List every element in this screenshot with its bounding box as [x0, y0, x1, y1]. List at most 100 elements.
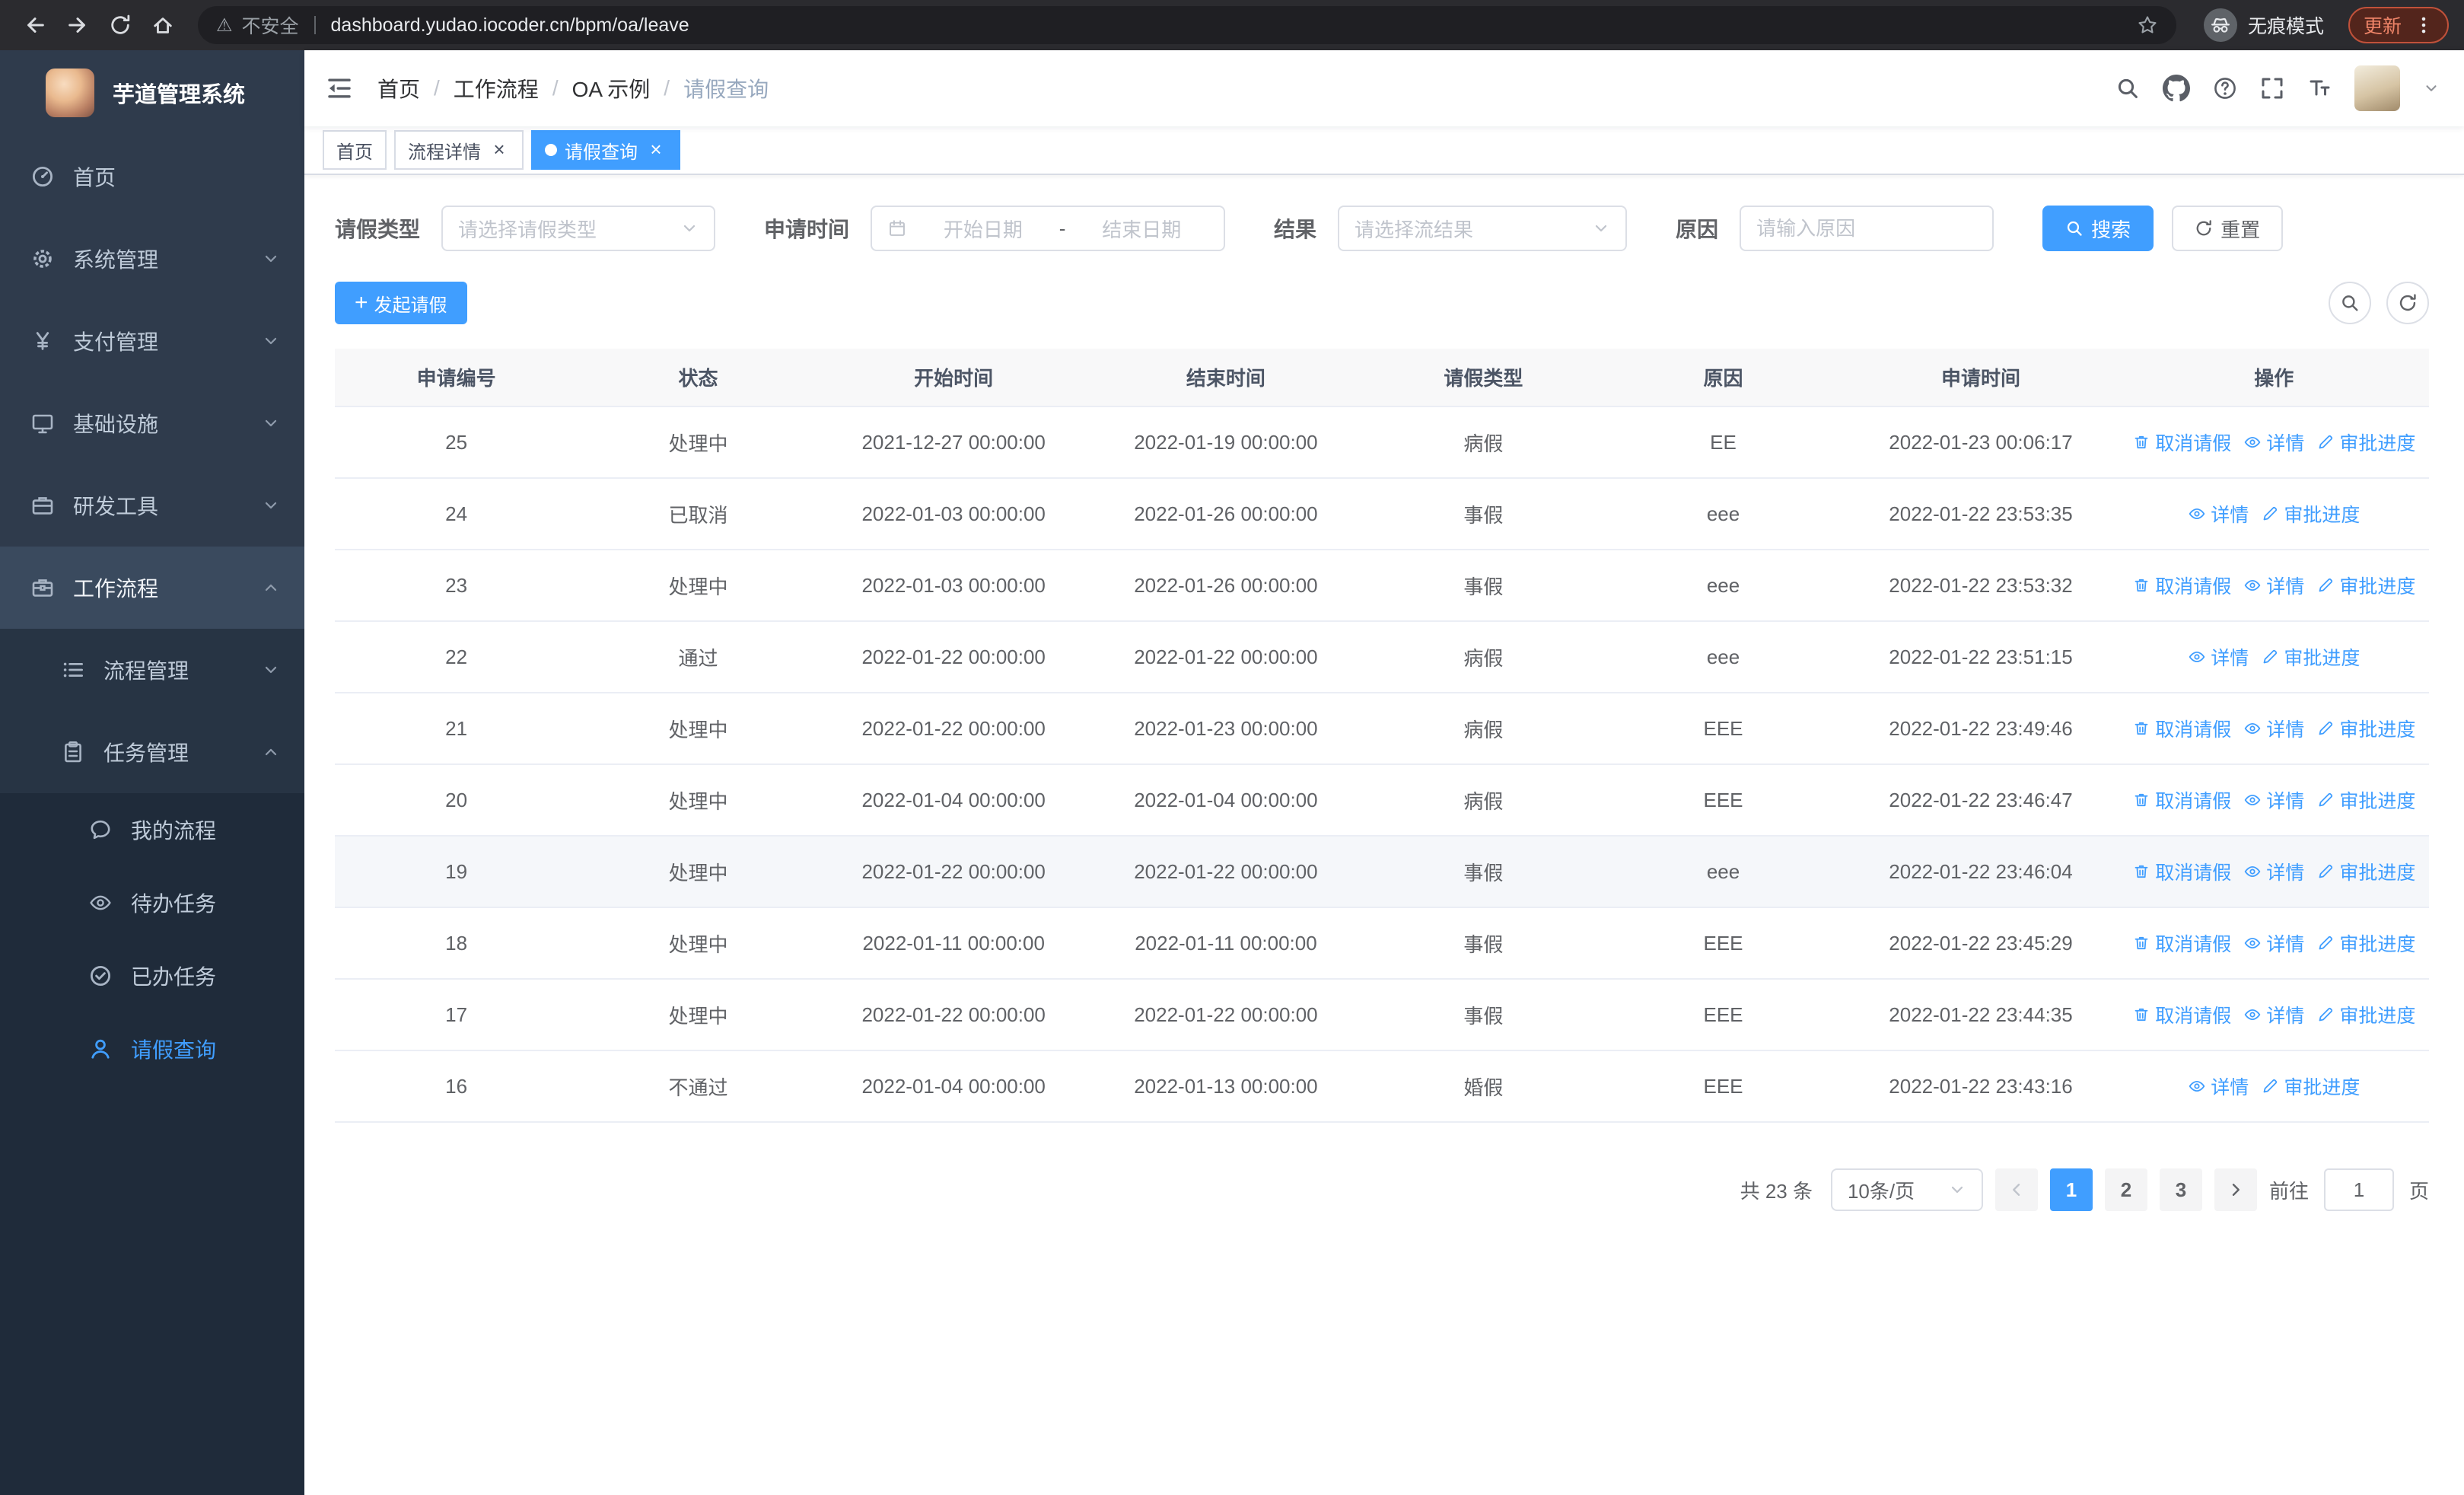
detail-link[interactable]: 详情 — [2243, 786, 2304, 814]
page-1-button[interactable]: 1 — [2049, 1168, 2093, 1211]
table-row: 25 处理中 2021-12-27 00:00:00 2022-01-19 00… — [335, 406, 2429, 479]
cancel-leave-link[interactable]: 取消请假 — [2132, 786, 2231, 814]
cancel-leave-link[interactable]: 取消请假 — [2132, 929, 2231, 957]
help-button[interactable] — [2213, 76, 2237, 100]
browser-home-button[interactable] — [143, 5, 183, 45]
cancel-leave-link[interactable]: 取消请假 — [2132, 1001, 2231, 1028]
next-page-button[interactable] — [2214, 1168, 2257, 1211]
approval-progress-link[interactable]: 审批进度 — [2316, 715, 2415, 742]
sidebar-item-leave-query[interactable]: 请假查询 — [0, 1012, 304, 1085]
column-header-status: 状态 — [578, 349, 819, 407]
cancel-leave-link[interactable]: 取消请假 — [2132, 572, 2231, 599]
tab-process-detail[interactable]: 流程详情 × — [394, 130, 524, 170]
header-actions — [2115, 65, 2440, 111]
approval-progress-link[interactable]: 审批进度 — [2316, 929, 2415, 957]
approval-progress-link[interactable]: 审批进度 — [2261, 643, 2360, 671]
apply-time-range-picker[interactable]: 开始日期 - 结束日期 — [871, 206, 1226, 251]
security-warning-label[interactable]: 不安全 — [242, 11, 299, 39]
detail-link[interactable]: 详情 — [2243, 858, 2304, 885]
detail-link[interactable]: 详情 — [2188, 643, 2249, 671]
cancel-leave-link[interactable]: 取消请假 — [2132, 429, 2231, 456]
sidebar-item-done-tasks[interactable]: 已办任务 — [0, 939, 304, 1012]
sidebar-item-label: 我的流程 — [131, 819, 217, 843]
cell-start-time: 2021-12-27 00:00:00 — [818, 406, 1089, 479]
address-bar[interactable]: ⚠ 不安全 dashboard.yudao.iocoder.cn/bpm/oa/… — [198, 6, 2176, 44]
sidebar-item-todo-tasks[interactable]: 待办任务 — [0, 866, 304, 939]
chevron-down-icon — [262, 250, 280, 268]
header-search-button[interactable] — [2115, 76, 2140, 100]
approval-progress-link[interactable]: 审批进度 — [2261, 500, 2360, 528]
approval-progress-link[interactable]: 审批进度 — [2316, 572, 2415, 599]
approval-progress-link[interactable]: 审批进度 — [2316, 429, 2415, 456]
sidebar-item-home[interactable]: 首页 — [0, 135, 304, 218]
leave-type-select[interactable]: 请选择请假类型 — [441, 206, 716, 251]
bookmark-star-icon[interactable] — [2137, 14, 2158, 36]
close-tab-icon[interactable]: × — [645, 139, 667, 161]
sidebar-collapse-button[interactable] — [326, 75, 353, 102]
tab-leave-query[interactable]: 请假查询 × — [531, 130, 680, 170]
browser-refresh-button[interactable] — [100, 5, 140, 45]
table-row: 24 已取消 2022-01-03 00:00:00 2022-01-26 00… — [335, 478, 2429, 550]
breadcrumb-oa[interactable]: OA 示例 — [572, 73, 651, 104]
breadcrumb-home[interactable]: 首页 — [377, 73, 420, 104]
update-label[interactable]: 更新 — [2364, 11, 2402, 39]
github-link[interactable] — [2163, 75, 2190, 102]
prev-page-button[interactable] — [1994, 1168, 2038, 1211]
sidebar-item-my-process[interactable]: 我的流程 — [0, 793, 304, 866]
tab-home[interactable]: 首页 — [323, 130, 387, 170]
page-size-select[interactable]: 10条/页 — [1830, 1168, 1983, 1211]
approval-progress-link[interactable]: 审批进度 — [2261, 1073, 2360, 1100]
sidebar-item-system[interactable]: 系统管理 — [0, 218, 304, 300]
briefcase-icon — [30, 575, 55, 600]
search-button[interactable]: 搜索 — [2042, 206, 2154, 251]
cancel-leave-link[interactable]: 取消请假 — [2132, 715, 2231, 742]
page-2-button[interactable]: 2 — [2104, 1168, 2147, 1211]
browser-menu-icon[interactable] — [2414, 15, 2434, 35]
approval-progress-link[interactable]: 审批进度 — [2316, 858, 2415, 885]
cell-actions: 详情 审批进度 — [2119, 621, 2429, 693]
browser-update-button[interactable]: 更新 — [2348, 7, 2449, 43]
browser-forward-button[interactable] — [58, 5, 97, 45]
reason-input[interactable] — [1740, 206, 1994, 251]
detail-link[interactable]: 详情 — [2188, 1073, 2249, 1100]
monitor-icon — [30, 411, 55, 435]
detail-link[interactable]: 详情 — [2188, 500, 2249, 528]
cancel-leave-link[interactable]: 取消请假 — [2132, 858, 2231, 885]
date-end-placeholder[interactable]: 结束日期 — [1074, 215, 1208, 243]
approval-progress-link[interactable]: 审批进度 — [2316, 786, 2415, 814]
create-leave-button[interactable]: + 发起请假 — [335, 282, 467, 324]
detail-link[interactable]: 详情 — [2243, 429, 2304, 456]
detail-link[interactable]: 详情 — [2243, 1001, 2304, 1028]
sidebar-item-devtools[interactable]: 研发工具 — [0, 464, 304, 547]
browser-back-button[interactable] — [15, 5, 55, 45]
user-avatar[interactable] — [2354, 65, 2400, 111]
toggle-search-button[interactable] — [2329, 282, 2371, 324]
sidebar-item-infra[interactable]: 基础设施 — [0, 382, 304, 464]
reset-button[interactable]: 重置 — [2172, 206, 2284, 251]
fullscreen-button[interactable] — [2260, 76, 2284, 100]
date-start-placeholder[interactable]: 开始日期 — [916, 215, 1050, 243]
sidebar-item-payment[interactable]: 支付管理 — [0, 300, 304, 382]
detail-link[interactable]: 详情 — [2243, 715, 2304, 742]
detail-link[interactable]: 详情 — [2243, 572, 2304, 599]
sidebar-item-task-mgmt[interactable]: 任务管理 — [0, 711, 304, 793]
pen-icon — [2316, 1006, 2335, 1024]
chevron-down-icon — [262, 414, 280, 432]
detail-link[interactable]: 详情 — [2243, 929, 2304, 957]
approval-progress-link[interactable]: 审批进度 — [2316, 1001, 2415, 1028]
page-3-button[interactable]: 3 — [2159, 1168, 2202, 1211]
url-text[interactable]: dashboard.yudao.iocoder.cn/bpm/oa/leave — [331, 14, 689, 37]
avatar-dropdown-caret-icon[interactable] — [2423, 80, 2440, 97]
breadcrumb-separator: / — [664, 76, 670, 100]
result-select[interactable]: 请选择流结果 — [1338, 206, 1628, 251]
cell-id: 20 — [335, 764, 578, 837]
column-header-end: 结束时间 — [1088, 349, 1364, 407]
eye-icon — [2188, 1077, 2206, 1095]
sidebar-item-process-mgmt[interactable]: 流程管理 — [0, 629, 304, 711]
close-tab-icon[interactable]: × — [489, 139, 510, 161]
goto-page-input[interactable] — [2323, 1168, 2394, 1211]
refresh-table-button[interactable] — [2386, 282, 2429, 324]
sidebar-item-workflow[interactable]: 工作流程 — [0, 547, 304, 629]
breadcrumb-workflow[interactable]: 工作流程 — [454, 73, 539, 104]
font-size-button[interactable] — [2307, 76, 2332, 100]
